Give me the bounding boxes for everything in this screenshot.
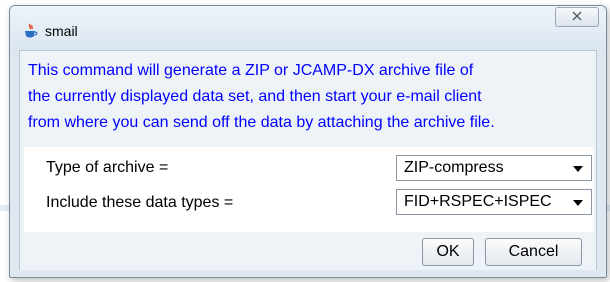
chevron-down-icon xyxy=(573,166,583,172)
data-types-label: Include these data types = xyxy=(46,194,234,211)
window-title: smail xyxy=(45,23,78,39)
description-line: from where you can send off the data by … xyxy=(28,114,495,131)
options-panel: Type of archive = ZIP-compress Include t… xyxy=(24,147,593,232)
data-types-select[interactable]: FID+RSPEC+ISPEC xyxy=(396,189,592,215)
chevron-down-icon xyxy=(573,200,583,206)
description-line: This command will generate a ZIP or JCAM… xyxy=(28,62,474,79)
ok-button[interactable]: OK xyxy=(422,238,474,266)
button-bar: OK Cancel xyxy=(20,232,596,270)
title-bar[interactable]: smail xyxy=(10,6,606,50)
description-line: the currently displayed data set, and th… xyxy=(28,88,482,105)
archive-type-value: ZIP-compress xyxy=(404,159,504,176)
data-types-value: FID+RSPEC+ISPEC xyxy=(404,193,552,210)
archive-type-label: Type of archive = xyxy=(46,159,169,176)
description-text: This command will generate a ZIP or JCAM… xyxy=(28,58,598,136)
cancel-button[interactable]: Cancel xyxy=(485,238,582,266)
close-button[interactable] xyxy=(555,7,599,27)
java-cup-icon xyxy=(22,23,38,39)
close-icon xyxy=(572,8,582,26)
dialog-body: This command will generate a ZIP or JCAM… xyxy=(19,50,597,270)
archive-type-select[interactable]: ZIP-compress xyxy=(396,155,592,181)
smail-dialog: smail This command will generate a ZIP o… xyxy=(9,5,607,278)
